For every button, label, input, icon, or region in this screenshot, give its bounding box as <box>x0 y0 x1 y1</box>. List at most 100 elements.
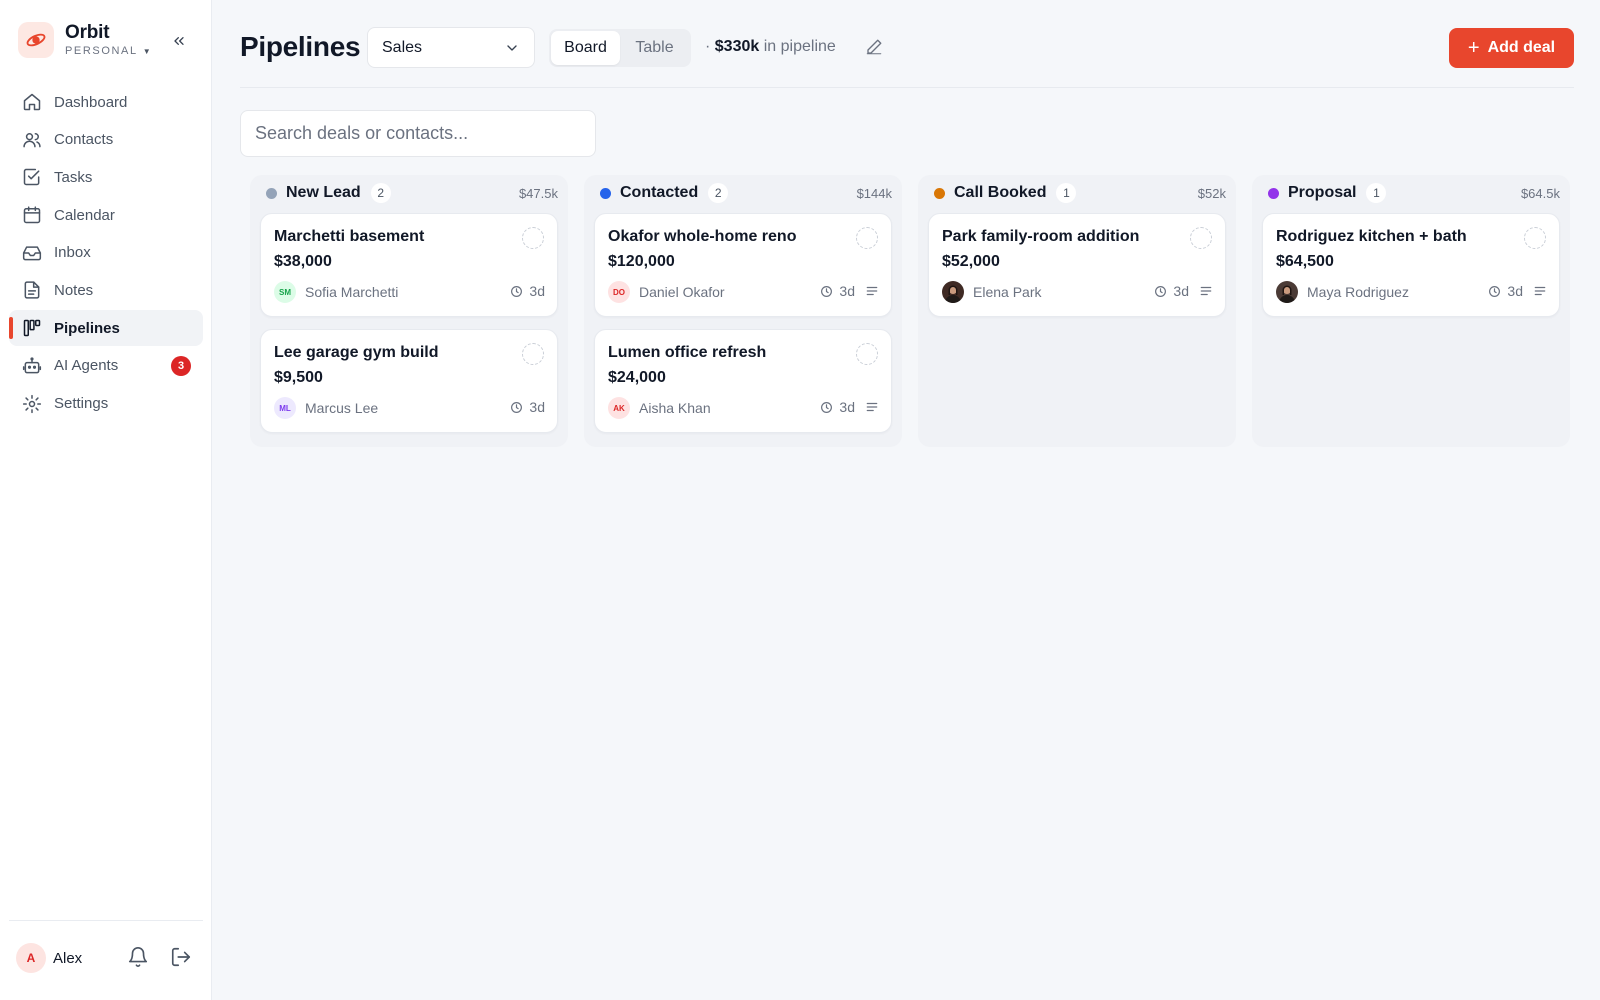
pipeline-select-value: Sales <box>382 38 423 56</box>
contact-avatar: ML <box>274 397 296 419</box>
pipeline-column: New Lead 2 $47.5k Marchetti basement $38,000… <box>250 175 568 447</box>
deal-contact: ML Marcus Lee <box>274 397 378 419</box>
deal-title: Park family-room addition <box>942 228 1140 245</box>
stage-dot <box>266 187 277 199</box>
workspace-switcher[interactable]: Orbit PERSONAL ▼ <box>18 22 152 58</box>
column-title: New Lead <box>286 184 361 201</box>
complete-deal-toggle[interactable] <box>522 343 544 365</box>
column-count: 2 <box>708 183 729 203</box>
robot-icon <box>21 355 43 377</box>
clock-icon <box>1154 285 1167 298</box>
column-header: Call Booked 1 $52k <box>928 181 1226 205</box>
contact-name: Sofia Marchetti <box>305 284 399 300</box>
sidebar-item-label: AI Agents <box>54 357 119 375</box>
sidebar-item-inbox[interactable]: Inbox <box>9 235 203 271</box>
gear-icon <box>21 393 43 415</box>
view-toggle: Board Table <box>549 29 691 67</box>
table-view-button[interactable]: Table <box>620 31 689 65</box>
deal-age: 3d <box>1507 283 1523 299</box>
notifications-button[interactable] <box>127 946 149 973</box>
deal-contact: AK Aisha Khan <box>608 397 711 419</box>
sidebar-item-dashboard[interactable]: Dashboard <box>9 84 203 120</box>
workspace-label: PERSONAL <box>65 45 138 57</box>
sidebar-item-notes[interactable]: Notes <box>9 272 203 308</box>
logout-button[interactable] <box>170 946 192 973</box>
complete-deal-toggle[interactable] <box>1524 227 1546 249</box>
pipeline-total-suffix: in pipeline <box>763 38 836 55</box>
user-avatar[interactable]: A <box>16 943 46 973</box>
complete-deal-toggle[interactable] <box>522 227 544 249</box>
clock-icon <box>820 401 833 414</box>
add-deal-button[interactable]: + Add deal <box>1449 28 1574 68</box>
search-input[interactable] <box>240 110 596 157</box>
board-view-button[interactable]: Board <box>551 31 620 65</box>
column-count: 1 <box>1366 183 1387 203</box>
column-header: New Lead 2 $47.5k <box>260 181 558 205</box>
deal-card[interactable]: Rodriguez kitchen + bath $64,500 Maya Rodr… <box>1262 213 1560 317</box>
deal-title: Marchetti basement <box>274 228 425 245</box>
notification-badge: 3 <box>171 355 191 376</box>
bell-icon <box>128 947 148 967</box>
clock-icon <box>510 401 523 414</box>
deal-card[interactable]: Park family-room addition $52,000 Elena Pa… <box>928 213 1226 317</box>
deal-card[interactable]: Lee garage gym build $9,500 ML Marcus Lee 3d <box>260 329 558 433</box>
sidebar-item-label: Dashboard <box>54 93 128 111</box>
contact-avatar <box>1276 281 1298 303</box>
deal-card[interactable]: Marchetti basement $38,000 SM Sofia Marchet… <box>260 213 558 317</box>
complete-deal-toggle[interactable] <box>856 343 878 365</box>
column-total: $64.5k <box>1520 185 1560 201</box>
sidebar: Orbit PERSONAL ▼ Dashboard Contacts Tasks C… <box>0 0 212 1000</box>
deal-age: 3d <box>839 399 855 415</box>
inbox-icon <box>21 242 43 264</box>
pipeline-select[interactable]: Sales <box>367 27 535 68</box>
pipeline-total-amount: $330k <box>714 38 760 55</box>
notes-icon <box>1533 284 1547 298</box>
deal-contact: Maya Rodriguez <box>1276 281 1409 303</box>
sidebar-nav: Dashboard Contacts Tasks Calendar Inbox Notes… <box>9 84 203 423</box>
contact-avatar: AK <box>608 397 630 419</box>
chevron-down-icon <box>507 44 517 51</box>
contact-avatar: SM <box>274 281 296 303</box>
sidebar-item-pipelines[interactable]: Pipelines <box>9 310 203 347</box>
deal-card[interactable]: Lumen office refresh $24,000 AK Aisha Khan 3… <box>594 329 892 433</box>
document-icon <box>21 279 43 301</box>
sidebar-item-contacts[interactable]: Contacts <box>9 122 203 158</box>
sidebar-item-tasks[interactable]: Tasks <box>9 159 203 195</box>
complete-deal-toggle[interactable] <box>1190 227 1212 249</box>
deal-contact: DO Daniel Okafor <box>608 281 725 303</box>
pipeline-column: Proposal 1 $64.5k Rodriguez kitchen + bath $… <box>1252 175 1570 447</box>
deal-meta: 3d <box>510 399 545 415</box>
stage-dot <box>934 187 945 199</box>
deal-title: Rodriguez kitchen + bath <box>1276 228 1467 245</box>
collapse-sidebar-button[interactable] <box>168 30 190 52</box>
pipeline-column: Call Booked 1 $52k Park family-room additio… <box>918 175 1236 447</box>
deal-contact: SM Sofia Marchetti <box>274 281 398 303</box>
deal-value: $38,000 <box>274 253 332 270</box>
header-divider <box>240 87 1574 88</box>
sidebar-item-ai-agents[interactable]: AI Agents 3 <box>9 348 203 384</box>
clock-icon <box>1488 285 1501 298</box>
contact-name: Aisha Khan <box>639 400 711 416</box>
pipeline-total: · $330k in pipeline <box>705 38 836 56</box>
column-total: $144k <box>856 185 892 201</box>
column-title: Contacted <box>620 184 699 201</box>
sidebar-item-label: Contacts <box>54 131 114 149</box>
users-icon <box>21 129 43 151</box>
deal-meta: 3d <box>510 283 545 299</box>
plus-icon: + <box>1467 37 1480 59</box>
kanban-icon <box>21 317 43 339</box>
deal-title: Lumen office refresh <box>608 344 767 361</box>
deal-meta: 3d <box>1488 283 1547 299</box>
caret-down-icon: ▼ <box>142 46 153 56</box>
deal-value: $52,000 <box>942 253 1000 270</box>
clock-icon <box>510 285 523 298</box>
deal-value: $120,000 <box>608 253 675 270</box>
deal-card[interactable]: Okafor whole-home reno $120,000 DO Daniel O… <box>594 213 892 317</box>
sidebar-item-settings[interactable]: Settings <box>9 386 203 422</box>
column-title: Proposal <box>1288 184 1357 201</box>
deal-meta: 3d <box>820 283 879 299</box>
sidebar-item-calendar[interactable]: Calendar <box>9 197 203 233</box>
complete-deal-toggle[interactable] <box>856 227 878 249</box>
edit-pipeline-button[interactable] <box>865 38 883 61</box>
total-separator: · <box>705 38 711 55</box>
